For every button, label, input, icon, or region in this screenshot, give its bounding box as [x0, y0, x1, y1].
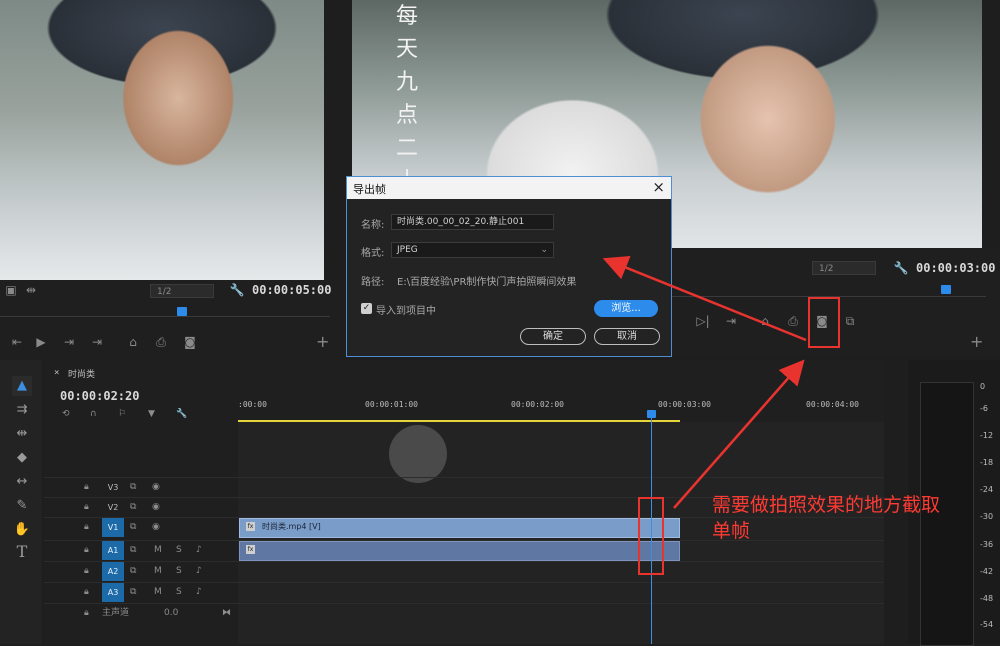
arrow-to-camera — [673, 359, 805, 509]
annotation-arrows — [602, 255, 807, 509]
annotation-line-1: 需要做拍照效果的地方截取 — [712, 494, 941, 516]
annotation-text: 需要做拍照效果的地方截取 单帧 — [712, 492, 1000, 544]
annotation-line-2: 单帧 — [712, 520, 751, 542]
arrow-to-dialog — [602, 255, 807, 342]
